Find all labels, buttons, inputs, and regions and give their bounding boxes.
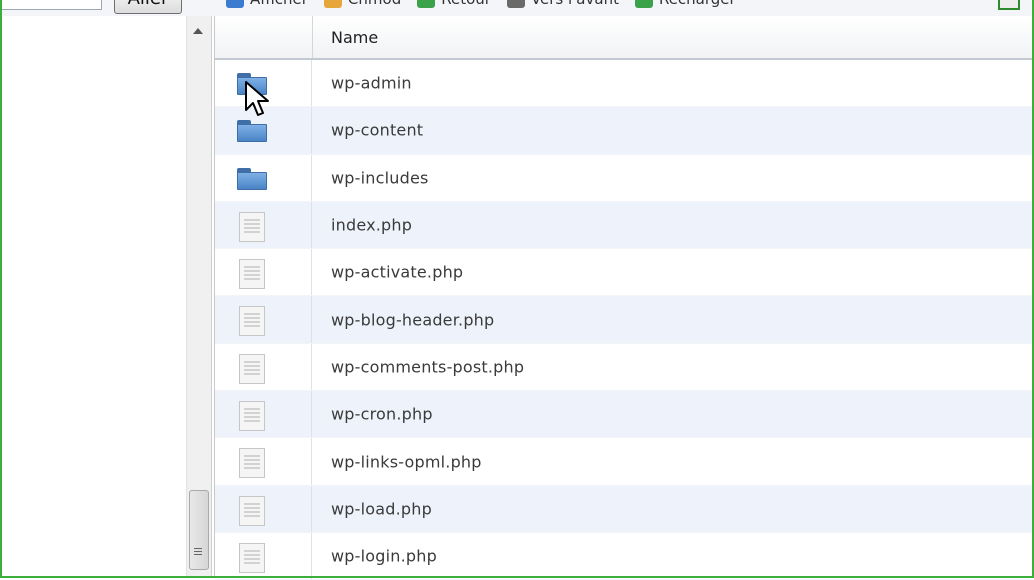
chmod-button-label: Chmod — [348, 0, 401, 8]
folder-tree-pane — [0, 16, 186, 576]
icon-column-header[interactable] — [215, 16, 313, 58]
scrollbar-grip-icon — [194, 548, 202, 558]
folder-icon — [237, 167, 267, 190]
file-row[interactable]: index.php — [215, 201, 1033, 250]
back-arrow-icon — [417, 0, 436, 8]
file-row[interactable]: wp-blog-header.php — [215, 296, 1033, 344]
file-name: wp-includes — [331, 168, 429, 188]
back-button-label: Retour — [441, 0, 491, 8]
file-name: wp-links-opml.php — [331, 452, 482, 472]
file-name: wp-admin — [331, 73, 412, 93]
toolbar-actions: Afficher Chmod Retour Vers l'avant Recha… — [226, 0, 736, 10]
back-button[interactable]: Retour — [417, 0, 491, 8]
forward-arrow-icon — [506, 0, 525, 8]
file-icon — [239, 495, 265, 526]
view-button-label: Afficher — [250, 0, 308, 8]
scroll-up-arrow-icon[interactable] — [193, 28, 203, 34]
refresh-button-label: Recharger — [659, 0, 736, 8]
scrollbar-thumb[interactable] — [189, 490, 209, 570]
file-name: wp-comments-post.php — [331, 357, 525, 377]
name-column-header[interactable]: Name — [331, 28, 378, 47]
file-name: index.php — [331, 215, 413, 235]
file-row[interactable]: wp-links-opml.php — [215, 438, 1033, 486]
file-icon — [239, 259, 265, 290]
file-row[interactable]: wp-admin — [215, 60, 1033, 108]
refresh-icon — [634, 0, 653, 8]
file-row[interactable]: wp-content — [215, 107, 1033, 155]
file-row[interactable]: wp-activate.php — [215, 249, 1033, 297]
file-row[interactable]: wp-includes — [215, 154, 1033, 202]
forward-button-label: Vers l'avant — [531, 0, 619, 8]
file-list: Name wp-admin wp-content wp-includes ind… — [214, 16, 1033, 580]
folder-icon — [237, 73, 267, 95]
file-name: wp-load.php — [331, 499, 432, 519]
chmod-button[interactable]: Chmod — [323, 0, 401, 8]
file-icon — [239, 353, 265, 384]
view-icon — [226, 0, 244, 8]
file-icon — [239, 448, 265, 479]
file-icon — [239, 211, 265, 242]
toolbar: Aller Afficher Chmod Retour Vers l'avant… — [0, 0, 1034, 16]
upload-icon[interactable] — [998, 0, 1020, 10]
view-button[interactable]: Afficher — [226, 0, 308, 8]
file-list-header: Name — [215, 16, 1033, 60]
path-input[interactable] — [0, 0, 102, 10]
folder-icon — [237, 120, 267, 143]
file-row[interactable]: wp-cron.php — [215, 391, 1033, 439]
file-icon — [239, 401, 265, 432]
file-name: wp-cron.php — [331, 404, 433, 424]
file-icon — [239, 306, 265, 337]
file-row[interactable]: wp-comments-post.php — [215, 343, 1033, 392]
file-row[interactable]: wp-load.php — [215, 485, 1033, 533]
vertical-scrollbar[interactable] — [186, 16, 212, 576]
file-row[interactable]: wp-login.php — [215, 532, 1033, 580]
file-name: wp-activate.php — [331, 262, 464, 282]
forward-button[interactable]: Vers l'avant — [506, 0, 619, 8]
file-name: wp-content — [331, 120, 424, 140]
file-name: wp-login.php — [331, 546, 437, 566]
folder-key-icon — [323, 0, 342, 8]
file-rows: wp-admin wp-content wp-includes index.ph… — [215, 60, 1033, 580]
refresh-button[interactable]: Recharger — [634, 0, 736, 8]
file-icon — [239, 542, 265, 573]
file-name: wp-blog-header.php — [331, 310, 495, 330]
go-button[interactable]: Aller — [114, 0, 182, 14]
